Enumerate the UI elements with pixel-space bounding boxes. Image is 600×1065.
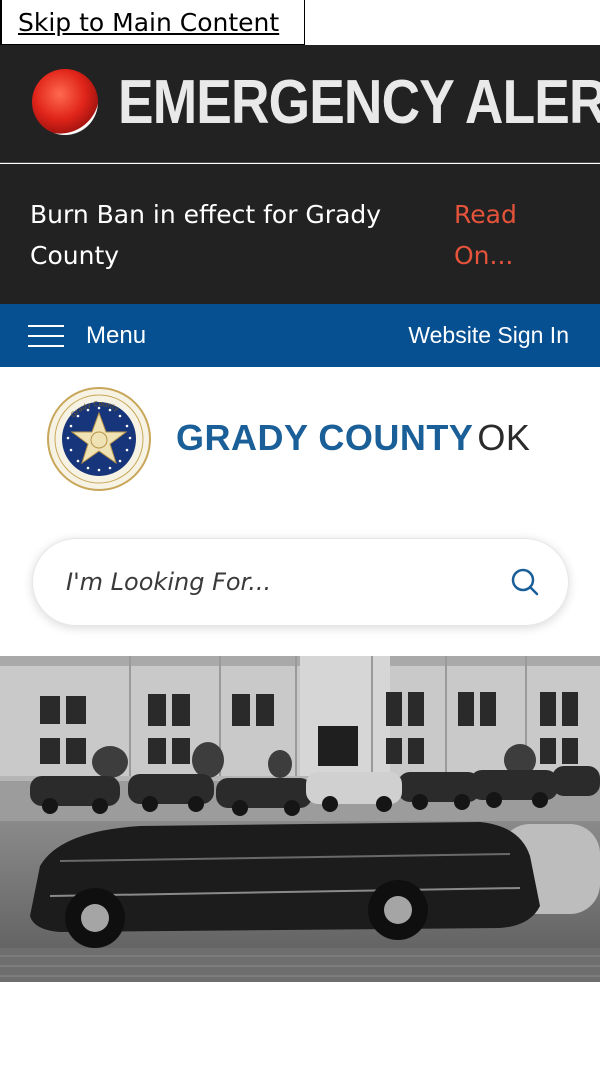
brand-name: GRADY COUNTY OK xyxy=(176,417,530,459)
alert-body: Burn Ban in effect for Grady County Read… xyxy=(0,164,600,304)
courthouse-photo xyxy=(0,656,600,982)
county-seal-icon: Grady County xyxy=(47,387,151,491)
skip-to-main-link[interactable]: Skip to Main Content xyxy=(0,0,305,45)
hero-image xyxy=(0,656,600,982)
top-nav-bar: Menu Website Sign In xyxy=(0,304,600,367)
site-logo[interactable]: Grady County GRADY COUNTY OK xyxy=(0,367,600,517)
menu-button[interactable]: Menu xyxy=(28,304,146,367)
alert-beacon-icon xyxy=(32,69,98,135)
search-bar xyxy=(32,538,569,626)
brand-county: GRADY COUNTY xyxy=(176,417,474,458)
search-icon[interactable] xyxy=(511,568,539,596)
search-input[interactable] xyxy=(66,562,466,602)
hamburger-icon xyxy=(28,324,64,348)
brand-state: OK xyxy=(477,417,531,458)
menu-label: Menu xyxy=(86,321,147,349)
emergency-alert-header: EMERGENCY ALERT xyxy=(0,45,600,163)
website-sign-in-link[interactable]: Website Sign In xyxy=(408,304,569,367)
alert-title: EMERGENCY ALERT xyxy=(118,68,600,137)
alert-read-on-link[interactable]: Read On... xyxy=(454,194,564,276)
alert-message: Burn Ban in effect for Grady County xyxy=(30,200,382,270)
